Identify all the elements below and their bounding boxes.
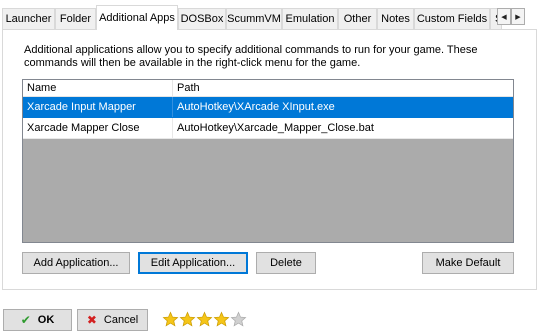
edit-application-button[interactable]: Edit Application... [138, 252, 248, 274]
star-filled-icon[interactable] [162, 311, 179, 328]
tab-additional-apps[interactable]: Additional Apps [96, 5, 178, 30]
tab-launcher[interactable]: Launcher [2, 8, 55, 29]
add-application-button[interactable]: Add Application... [22, 252, 130, 274]
star-filled-icon[interactable] [213, 311, 230, 328]
tab-custom-fields[interactable]: Custom Fields [414, 8, 490, 29]
star-rating[interactable] [162, 311, 247, 328]
tab-scummvm[interactable]: ScummVM [226, 8, 282, 29]
column-header-path[interactable]: Path [173, 80, 513, 97]
tab-scroll-right-button[interactable]: ▶ [511, 8, 525, 25]
ok-button[interactable]: ✔ OK [3, 309, 72, 331]
chevron-left-icon: ◀ [501, 13, 507, 21]
delete-button[interactable]: Delete [256, 252, 316, 274]
tab-notes[interactable]: Notes [377, 8, 414, 29]
row-path-cell: AutoHotkey\XArcade XInput.exe [177, 101, 335, 113]
checkmark-icon: ✔ [20, 313, 31, 327]
row-path-cell: AutoHotkey\Xarcade_Mapper_Close.bat [177, 122, 374, 134]
x-icon: ✖ [86, 313, 97, 327]
applications-list[interactable]: Name Path Xarcade Input Mapper AutoHotke… [22, 79, 514, 243]
star-filled-icon[interactable] [179, 311, 196, 328]
cancel-button[interactable]: ✖ Cancel [77, 309, 148, 331]
tab-emulation[interactable]: Emulation [282, 8, 338, 29]
list-row[interactable]: Xarcade Mapper Close AutoHotkey\Xarcade_… [23, 118, 513, 139]
row-name-cell: Xarcade Input Mapper [23, 97, 173, 117]
tab-folder[interactable]: Folder [55, 8, 96, 29]
tab-dosbox[interactable]: DOSBox [178, 8, 226, 29]
tab-other[interactable]: Other [338, 8, 377, 29]
list-header: Name Path [23, 80, 513, 97]
chevron-right-icon: ▶ [515, 13, 521, 21]
make-default-button[interactable]: Make Default [422, 252, 514, 274]
description-text: Additional applications allow you to spe… [24, 44, 478, 69]
list-row[interactable]: Xarcade Input Mapper AutoHotkey\XArcade … [23, 97, 513, 118]
tab-scroll-left-button[interactable]: ◀ [497, 8, 511, 25]
ok-label: OK [37, 314, 55, 326]
tab-strip: Launcher Folder Additional Apps DOSBox S… [0, 0, 542, 32]
star-filled-icon[interactable] [196, 311, 213, 328]
row-name-cell: Xarcade Mapper Close [23, 118, 173, 138]
star-empty-icon[interactable] [230, 311, 247, 328]
cancel-label: Cancel [103, 314, 139, 326]
column-header-name[interactable]: Name [23, 80, 173, 97]
tab-scroll-buttons: ◀ ▶ [497, 8, 525, 25]
